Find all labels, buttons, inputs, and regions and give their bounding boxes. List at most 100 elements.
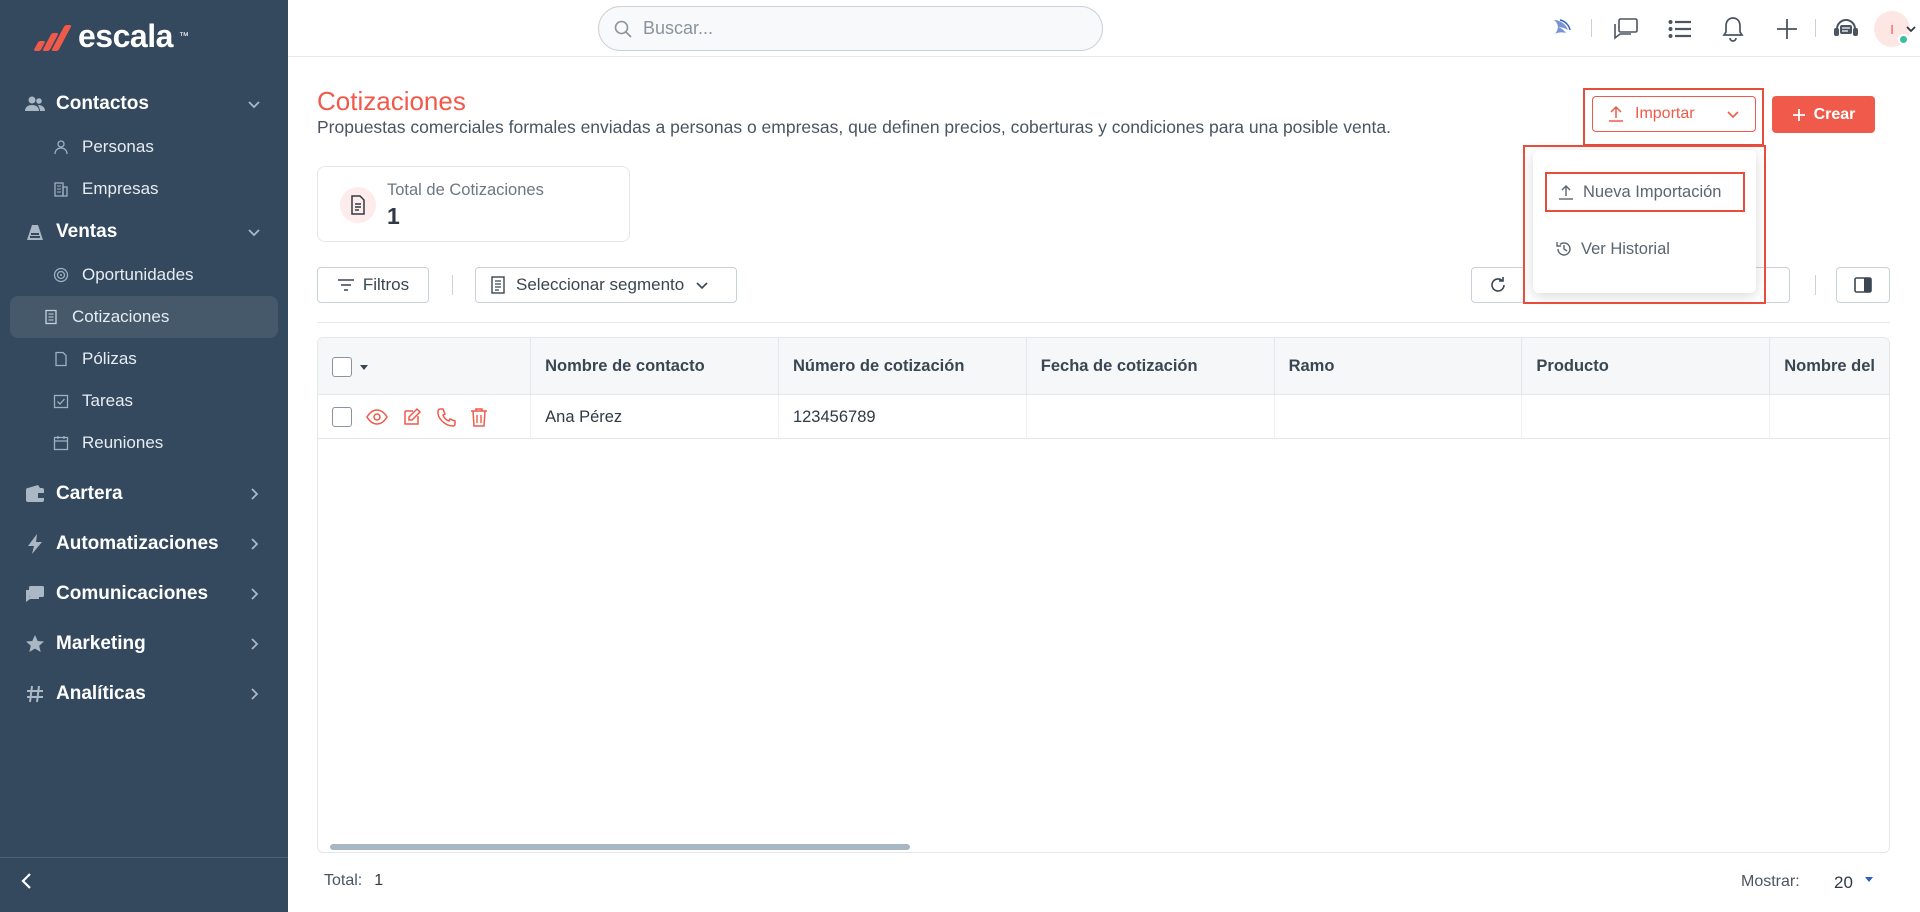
column-header-ramo[interactable]: Ramo [1275,338,1523,395]
logo-mark-icon [30,21,72,53]
sidebar-item-personas[interactable]: Personas [10,126,278,168]
create-button[interactable]: Crear [1772,96,1875,133]
filter-icon [337,279,354,291]
sidebar-item-label: Oportunidades [82,265,194,284]
sidebar-section-cartera[interactable]: Cartera [0,474,288,514]
view-icon[interactable] [366,409,388,425]
topbar-icons: I [1500,0,1920,57]
sidebar-nav: Contactos Personas Empresas Ventas Oport… [0,84,288,714]
column-header-contact[interactable]: Nombre de contacto [531,338,779,395]
columns-icon [1854,277,1872,293]
chevron-down-icon [246,224,262,246]
file-icon [52,350,70,368]
row-actions-cell [318,395,532,439]
sidebar-item-cotizaciones[interactable]: Cotizaciones [10,296,278,338]
search-icon [614,20,632,38]
cell-product [1522,395,1771,439]
cell-contact[interactable]: Ana Pérez [531,395,779,439]
column-header-number[interactable]: Número de cotización [779,338,1027,395]
chevron-right-icon [246,686,262,708]
chevron-right-icon [246,486,262,508]
show-label: Mostrar: [1741,873,1800,890]
column-header-date[interactable]: Fecha de cotización [1027,338,1275,395]
row-checkbox[interactable] [332,407,352,427]
task-icon [52,392,70,410]
total-label: Total: [324,872,363,889]
bell-icon[interactable] [1718,14,1748,44]
filters-button[interactable]: Filtros [317,267,429,303]
sidebar-item-tareas[interactable]: Tareas [10,380,278,422]
sidebar-item-empresas[interactable]: Empresas [10,168,278,210]
horizontal-scrollbar[interactable] [326,844,1881,850]
plus-icon[interactable] [1772,14,1802,44]
sidebar-section-label: Ventas [56,221,118,242]
sidebar-item-oportunidades[interactable]: Oportunidades [10,254,278,296]
sidebar-item-label: Personas [82,137,154,156]
total-value: 1 [374,872,384,889]
segment-select[interactable]: Seleccionar segmento [475,267,737,303]
page-title: Cotizaciones [317,86,466,116]
sidebar-section-label: Automatizaciones [56,533,219,554]
list-icon[interactable] [1665,14,1695,44]
sidebar-section-label: Marketing [56,633,146,654]
filters-label: Filtros [362,275,410,294]
topbar-separator [1815,19,1816,37]
chevron-right-icon [246,536,262,558]
calendar-icon [52,434,70,452]
quotes-table: Nombre de contacto Número de cotización … [317,337,1890,853]
search-box[interactable] [598,6,1103,51]
logo-bird-icon[interactable] [1548,14,1578,44]
chevron-down-icon [246,96,262,118]
sidebar-item-reuniones[interactable]: Reuniones [10,422,278,464]
users-icon [24,93,46,115]
page-size-select[interactable]: 20 [1834,873,1853,893]
sidebar-item-label: Pólizas [82,349,137,368]
sidebar-section-analiticas[interactable]: Analíticas [0,674,288,714]
star-icon [24,633,46,655]
sidebar-section-marketing[interactable]: Marketing [0,624,288,664]
column-header-name[interactable]: Nombre del [1770,338,1889,395]
sidebar-item-label: Tareas [82,391,134,410]
search-input[interactable] [643,18,1083,39]
scrollbar-thumb[interactable] [330,844,910,850]
select-all-checkbox[interactable] [332,356,352,377]
chevron-down-icon[interactable] [1904,14,1918,44]
collapse-sidebar-button[interactable] [18,871,36,896]
chevron-left-icon [21,873,31,889]
refresh-button[interactable] [1471,267,1525,303]
delete-icon[interactable] [470,407,488,427]
cell-name [1770,395,1889,439]
sidebar-divider [0,857,288,858]
brand-name: escala [78,18,173,54]
stat-label: Total de Cotizaciones [387,181,544,199]
total-count: Total: 1 [324,872,383,890]
sidebar-section-label: Comunicaciones [56,583,209,604]
sidebar-section-label: Contactos [56,93,149,114]
wallet-icon [24,483,46,505]
document-icon [491,276,505,294]
row-actions [366,407,488,427]
create-button-label: Crear [1813,105,1856,123]
avatar-initial: I [1890,21,1894,37]
toolbar-separator [452,275,453,295]
sidebar-section-contactos[interactable]: Contactos [0,84,288,124]
sidebar-section-automatizaciones[interactable]: Automatizaciones [0,524,288,564]
stat-card-total: Total de Cotizaciones 1 [317,166,630,242]
sidebar-item-label: Empresas [82,179,159,198]
caret-down-icon[interactable] [358,362,370,372]
person-icon [52,138,70,156]
column-header-product[interactable]: Producto [1522,338,1771,395]
support-icon[interactable] [1831,14,1861,44]
columns-button[interactable] [1836,267,1890,303]
sidebar-section-comunicaciones[interactable]: Comunicaciones [0,574,288,614]
phone-icon[interactable] [436,407,456,427]
sidebar-section-ventas[interactable]: Ventas [0,212,288,252]
sidebar-item-label: Cotizaciones [72,307,170,326]
caret-down-icon[interactable] [1863,872,1875,890]
brand-tm: ™ [178,31,189,42]
sidebar-item-polizas[interactable]: Pólizas [10,338,278,380]
brand-logo[interactable]: escala ™ [30,18,189,55]
select-all-cell [318,338,532,395]
chat-icon[interactable] [1611,14,1641,44]
edit-icon[interactable] [402,407,422,427]
